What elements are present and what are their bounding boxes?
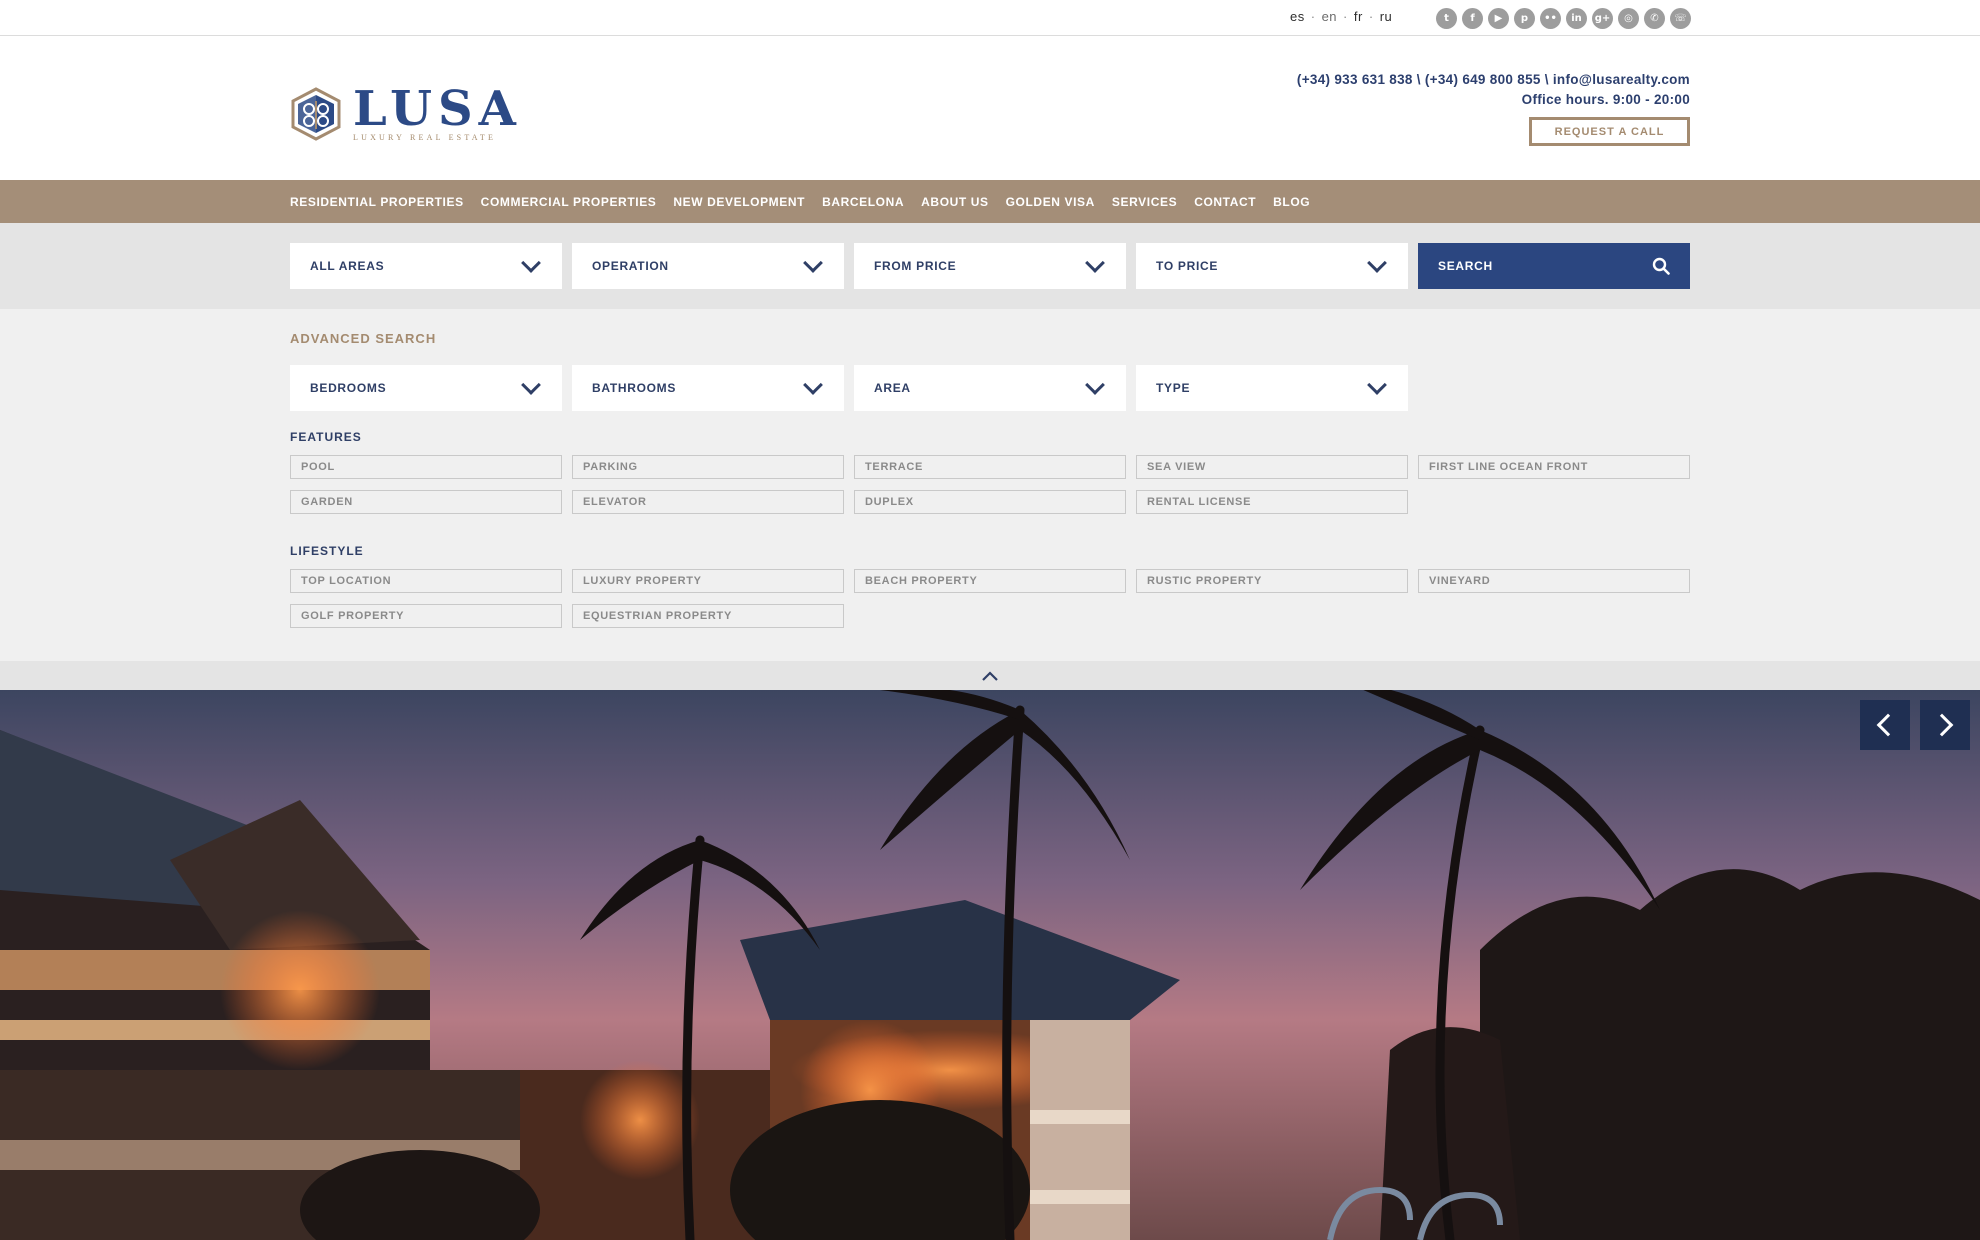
chevron-down-icon <box>521 253 541 273</box>
feature-checkbox-parking[interactable]: PARKING <box>572 455 844 479</box>
nav-blog[interactable]: BLOG <box>1273 195 1310 209</box>
lifestyle-checkbox-golf-property[interactable]: GOLF PROPERTY <box>290 604 562 628</box>
nav-golden-visa[interactable]: GOLDEN VISA <box>1006 195 1095 209</box>
lifestyle-checkbox-luxury-property[interactable]: LUXURY PROPERTY <box>572 569 844 593</box>
lang-ru[interactable]: ru <box>1380 9 1393 24</box>
google-plus-icon[interactable]: g+ <box>1592 8 1613 29</box>
chevron-down-icon <box>521 375 541 395</box>
to-price-select[interactable]: TO PRICE <box>1136 243 1408 289</box>
chevron-up-icon[interactable] <box>981 670 999 682</box>
lang-es[interactable]: es <box>1290 9 1305 24</box>
lifestyle-checkbox-equestrian-property[interactable]: EQUESTRIAN PROPERTY <box>572 604 844 628</box>
lang-fr[interactable]: fr <box>1354 9 1363 24</box>
lifestyle-checkbox-rustic-property[interactable]: RUSTIC PROPERTY <box>1136 569 1408 593</box>
lifestyle-checkbox-vineyard[interactable]: VINEYARD <box>1418 569 1690 593</box>
logo[interactable]: LUSA LUXURY REAL ESTATE <box>289 81 522 142</box>
type-select[interactable]: TYPE <box>1136 365 1408 411</box>
feature-checkbox-terrace[interactable]: TERRACE <box>854 455 1126 479</box>
nav-new-development[interactable]: NEW DEVELOPMENT <box>673 195 805 209</box>
slider-next-button[interactable] <box>1920 700 1970 750</box>
linkedin-icon[interactable]: in <box>1566 8 1587 29</box>
slider-prev-button[interactable] <box>1860 700 1910 750</box>
feature-checkbox-garden[interactable]: GARDEN <box>290 490 562 514</box>
lifestyle-title: LIFESTYLE <box>290 544 364 558</box>
collapse-advanced-search-bar[interactable] <box>0 661 1980 690</box>
hero-photo <box>0 690 1980 1240</box>
feature-checkbox-pool[interactable]: POOL <box>290 455 562 479</box>
contact-phones-email[interactable]: (+34) 933 631 838 \ (+34) 649 800 855 \ … <box>1297 70 1690 90</box>
features-title: FEATURES <box>290 430 362 444</box>
advanced-search-title: ADVANCED SEARCH <box>290 331 437 346</box>
areas-select[interactable]: ALL AREAS <box>290 243 562 289</box>
youtube-icon[interactable]: ▶ <box>1488 8 1509 29</box>
feature-checkbox-sea-view[interactable]: SEA VIEW <box>1136 455 1408 479</box>
contact-info: (+34) 933 631 838 \ (+34) 649 800 855 \ … <box>1297 70 1690 110</box>
facebook-icon[interactable]: f <box>1462 8 1483 29</box>
search-icon <box>1652 257 1670 275</box>
chevron-right-icon <box>1930 713 1954 737</box>
feature-checkbox-duplex[interactable]: DUPLEX <box>854 490 1126 514</box>
social-links: t f ▶ p •• in g+ ◎ ✆ ☏ <box>1436 8 1691 29</box>
chevron-left-icon <box>1876 713 1900 737</box>
nav-about-us[interactable]: ABOUT US <box>921 195 988 209</box>
hero-slider-image <box>0 690 1980 1240</box>
nav-barcelona[interactable]: BARCELONA <box>822 195 904 209</box>
nav-commercial-properties[interactable]: COMMERCIAL PROPERTIES <box>481 195 657 209</box>
request-call-button[interactable]: REQUEST A CALL <box>1529 117 1690 146</box>
office-hours: Office hours. 9:00 - 20:00 <box>1521 92 1690 107</box>
search-button-label: SEARCH <box>1438 259 1493 273</box>
from-price-select[interactable]: FROM PRICE <box>854 243 1126 289</box>
lifestyle-checkbox-top-location[interactable]: TOP LOCATION <box>290 569 562 593</box>
area-select-label: AREA <box>874 381 911 395</box>
lifestyle-checkbox-beach-property[interactable]: BEACH PROPERTY <box>854 569 1126 593</box>
operation-select-label: OPERATION <box>592 259 669 273</box>
phone-icon[interactable]: ☏ <box>1670 8 1691 29</box>
language-switcher: es · en · fr · ru <box>1290 9 1393 24</box>
operation-select[interactable]: OPERATION <box>572 243 844 289</box>
bedrooms-select-label: BEDROOMS <box>310 381 387 395</box>
bedrooms-select[interactable]: BEDROOMS <box>290 365 562 411</box>
instagram-icon[interactable]: ◎ <box>1618 8 1639 29</box>
from-price-select-label: FROM PRICE <box>874 259 957 273</box>
area-select[interactable]: AREA <box>854 365 1126 411</box>
flickr-icon[interactable]: •• <box>1540 8 1561 29</box>
logo-hexagon-icon <box>291 87 341 141</box>
lang-en[interactable]: en <box>1322 9 1337 24</box>
bathrooms-select[interactable]: BATHROOMS <box>572 365 844 411</box>
whatsapp-icon[interactable]: ✆ <box>1644 8 1665 29</box>
feature-checkbox-rental-license[interactable]: RENTAL LICENSE <box>1136 490 1408 514</box>
to-price-select-label: TO PRICE <box>1156 259 1219 273</box>
brand-name: LUSA <box>353 81 522 137</box>
nav-contact[interactable]: CONTACT <box>1194 195 1256 209</box>
top-bar: es · en · fr · ru t f ▶ p •• in g+ ◎ ✆ ☏ <box>0 0 1980 36</box>
bathrooms-select-label: BATHROOMS <box>592 381 677 395</box>
nav-services[interactable]: SERVICES <box>1112 195 1177 209</box>
chevron-down-icon <box>803 253 823 273</box>
chevron-down-icon <box>1085 253 1105 273</box>
nav-residential-properties[interactable]: RESIDENTIAL PROPERTIES <box>290 195 464 209</box>
chevron-down-icon <box>1085 375 1105 395</box>
main-nav: RESIDENTIAL PROPERTIES COMMERCIAL PROPER… <box>0 180 1980 223</box>
chevron-down-icon <box>1367 253 1387 273</box>
site-header: LUSA LUXURY REAL ESTATE (+34) 933 631 83… <box>0 37 1980 180</box>
feature-checkbox-first-line-ocean-front[interactable]: FIRST LINE OCEAN FRONT <box>1418 455 1690 479</box>
chevron-down-icon <box>803 375 823 395</box>
feature-checkbox-elevator[interactable]: ELEVATOR <box>572 490 844 514</box>
pinterest-icon[interactable]: p <box>1514 8 1535 29</box>
areas-select-label: ALL AREAS <box>310 259 385 273</box>
search-button[interactable]: SEARCH <box>1418 243 1690 289</box>
twitter-icon[interactable]: t <box>1436 8 1457 29</box>
type-select-label: TYPE <box>1156 381 1191 395</box>
chevron-down-icon <box>1367 375 1387 395</box>
